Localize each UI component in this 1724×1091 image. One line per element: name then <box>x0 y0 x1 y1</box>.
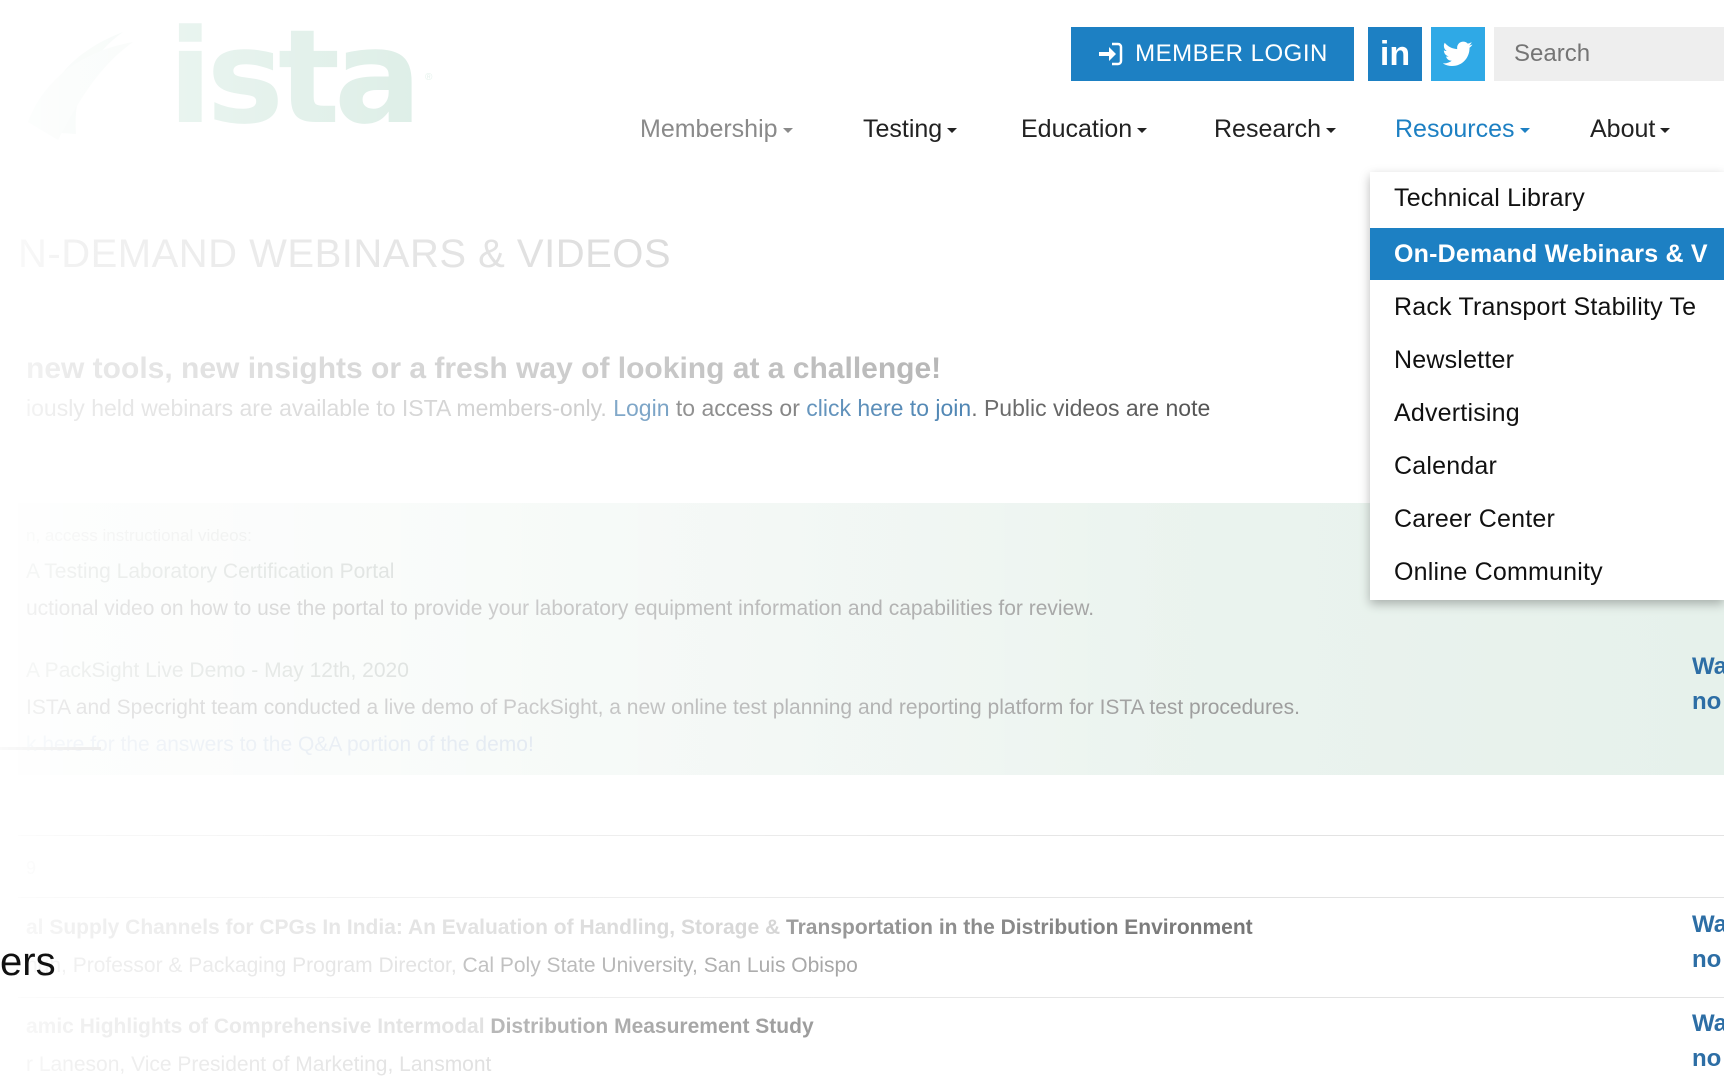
chevron-down-icon <box>947 127 958 133</box>
member-login-button[interactable]: MEMBER LOGIN <box>1071 27 1354 81</box>
instructional-label: n, access instructional videos: <box>26 526 252 545</box>
webinar-title-dark: Transportation in the Distribution Envir… <box>785 916 1253 939</box>
webinar-presenter: r Laneson, Vice President of Marketing, … <box>26 1053 491 1077</box>
search-input[interactable] <box>1494 27 1724 81</box>
intro-text-mid: to access or <box>669 395 807 421</box>
webinar-presenter-faded: r Laneson, Vice President of Marketing, … <box>26 1053 492 1076</box>
webinar-title-faded: al Supply Channels for CPGs In India: An… <box>26 916 786 939</box>
linkedin-button[interactable]: in <box>1368 27 1422 81</box>
menu-item-technical-library[interactable]: Technical Library <box>1370 172 1724 224</box>
menu-item-newsletter[interactable]: Newsletter <box>1370 334 1724 386</box>
nav-label: About <box>1590 115 1656 143</box>
webinar-presenter-dark: Cal Poly State University, San Luis Obis… <box>462 954 858 977</box>
twitter-bird-icon <box>1443 41 1473 66</box>
qa-answers-link[interactable]: k here for the answers to the Q&A portio… <box>26 733 534 757</box>
twitter-button[interactable] <box>1431 27 1485 81</box>
menu-item-rack-transport-stability[interactable]: Rack Transport Stability Te <box>1370 281 1724 333</box>
watch-now-link[interactable]: Wa no <box>1692 650 1724 720</box>
webinar-presenter: ngh, Professor & Packaging Program Direc… <box>26 954 858 978</box>
chevron-down-icon <box>1137 127 1148 133</box>
watch-now-line1: Wa <box>1692 911 1724 938</box>
nav-label: Education <box>1021 115 1133 143</box>
nav-research[interactable]: Research <box>1214 115 1336 144</box>
video-description: ISTA and Specright team conducted a live… <box>26 696 1300 719</box>
webinar-title[interactable]: al Supply Channels for CPGs In India: An… <box>26 916 1253 940</box>
linkedin-icon: in <box>1379 34 1411 73</box>
nav-education[interactable]: Education <box>1021 115 1148 144</box>
divider <box>18 897 1724 898</box>
menu-item-career-center[interactable]: Career Center <box>1370 493 1724 545</box>
watch-now-link[interactable]: Wa no <box>1692 908 1724 978</box>
join-link[interactable]: click here to join <box>806 395 971 421</box>
resources-dropdown-menu: Technical Library On-Demand Webinars & V… <box>1370 172 1724 600</box>
watch-now-link[interactable]: Wa no <box>1692 1007 1724 1077</box>
sign-in-icon <box>1099 42 1123 66</box>
watch-now-line1: Wa <box>1692 653 1724 680</box>
page-title: N-DEMAND WEBINARS & VIDEOS <box>18 232 672 276</box>
webinar-title-faded: amic Highlights of Comprehensive Intermo… <box>26 1015 491 1038</box>
chevron-down-icon <box>782 127 793 133</box>
nav-label: Resources <box>1395 115 1515 143</box>
menu-item-on-demand-webinars[interactable]: On-Demand Webinars & V <box>1370 228 1724 280</box>
watch-now-line1: Wa <box>1692 1010 1724 1037</box>
video-title[interactable]: A Testing Laboratory Certification Porta… <box>26 560 394 584</box>
chevron-down-icon <box>1519 127 1530 133</box>
nav-about[interactable]: About <box>1590 115 1671 144</box>
webinar-title-dark: Distribution Measurement Study <box>490 1015 814 1038</box>
logo-registered-mark: ® <box>425 72 433 83</box>
intro-text-start: iously held webinars are available to IS… <box>26 395 614 421</box>
chevron-down-icon <box>1326 127 1336 133</box>
nav-resources[interactable]: Resources <box>1395 115 1530 144</box>
login-link[interactable]: Login <box>613 395 669 421</box>
divider <box>18 835 1724 836</box>
nav-label: Testing <box>863 115 943 143</box>
nav-label: Membership <box>640 115 778 143</box>
watch-now-line2: no <box>1692 687 1722 715</box>
section-mark: 9 <box>26 858 37 878</box>
page-tagline: new tools, new insights or a fresh way o… <box>26 352 942 385</box>
intro-text-end: . Public videos are note <box>971 395 1211 421</box>
menu-item-online-community[interactable]: Online Community <box>1370 546 1724 598</box>
nav-testing[interactable]: Testing <box>863 115 958 144</box>
nav-label: Research <box>1214 115 1321 143</box>
video-description: uctional video on how to use the portal … <box>26 597 1095 620</box>
overlay-text-fragment: ers <box>0 940 56 984</box>
webinar-title[interactable]: amic Highlights of Comprehensive Intermo… <box>26 1015 814 1039</box>
watch-now-line2: no <box>1692 1044 1722 1072</box>
menu-item-calendar[interactable]: Calendar <box>1370 440 1724 492</box>
left-rule <box>0 747 101 750</box>
member-login-label: MEMBER LOGIN <box>1135 40 1328 67</box>
main-nav: Membership Testing Education Research Re… <box>0 115 1724 155</box>
nav-membership[interactable]: Membership <box>640 115 793 144</box>
divider <box>18 997 1724 998</box>
video-title[interactable]: A PackSight Live Demo - May 12th, 2020 <box>26 659 409 683</box>
webinar-presenter-faded: ngh, Professor & Packaging Program Direc… <box>26 954 463 977</box>
menu-item-advertising[interactable]: Advertising <box>1370 387 1724 439</box>
watch-now-line2: no <box>1692 945 1722 973</box>
chevron-down-icon <box>1660 127 1671 133</box>
intro-paragraph: iously held webinars are available to IS… <box>26 395 1210 422</box>
